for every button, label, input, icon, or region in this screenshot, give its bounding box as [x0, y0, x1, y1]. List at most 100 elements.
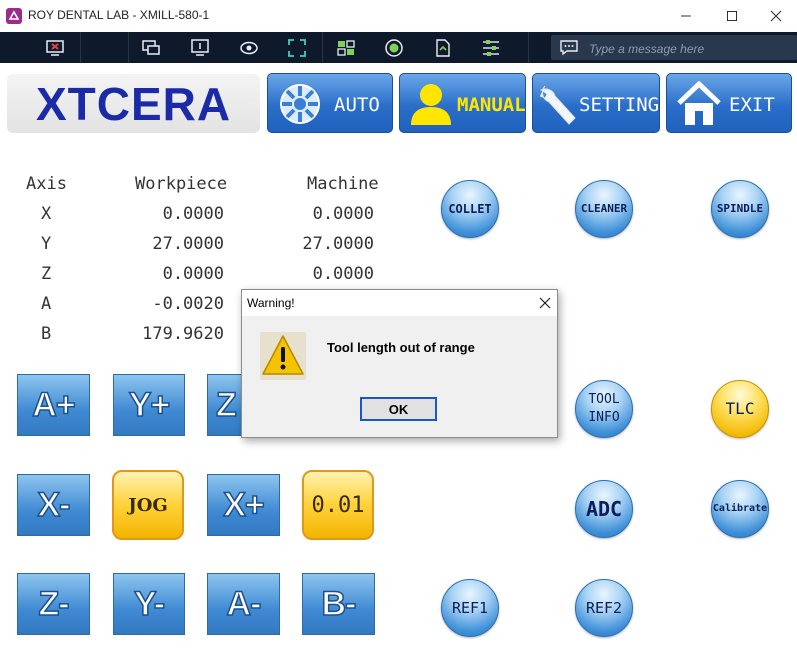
collet-button[interactable]: COLLET [441, 180, 499, 238]
warning-dialog: Warning! Tool length out of range OK [241, 289, 558, 438]
cleaner-button[interactable]: CLEANER [575, 180, 633, 238]
calibrate-button[interactable]: Calibrate [711, 480, 769, 538]
axis-label: Y [41, 234, 52, 254]
dialog-title-bar: Warning! [242, 290, 557, 316]
a-minus-button[interactable]: A- [207, 573, 280, 635]
warning-icon [260, 332, 306, 380]
table-row: Z 0.0000 0.0000 [20, 260, 390, 290]
chat-message-input[interactable] [587, 38, 791, 59]
y-minus-label: Y- [133, 584, 166, 624]
ok-label: OK [388, 401, 409, 417]
step-size-label: 0.01 [311, 492, 365, 518]
auto-button[interactable]: AUTO [267, 73, 393, 133]
manual-button[interactable]: MANUAL [399, 73, 526, 133]
close-session-icon[interactable] [45, 38, 65, 58]
axis-label: B [41, 324, 52, 344]
y-plus-button[interactable]: Y+ [113, 374, 185, 436]
table-row: X 0.0000 0.0000 [20, 200, 390, 230]
a-plus-label: A+ [32, 385, 77, 425]
z-minus-button[interactable]: Z- [17, 573, 90, 635]
y-plus-label: Y+ [128, 385, 171, 425]
monitor-icon[interactable] [190, 38, 210, 58]
dialog-title: Warning! [247, 296, 295, 310]
a-plus-button[interactable]: A+ [17, 374, 90, 436]
setting-label: SETTING [579, 94, 660, 116]
eye-icon[interactable] [239, 38, 259, 58]
workpiece-value: -0.0020 [152, 294, 224, 314]
y-minus-button[interactable]: Y- [113, 573, 185, 635]
settings-toggle-icon[interactable] [336, 38, 356, 58]
dialog-message: Tool length out of range [327, 340, 475, 355]
x-plus-button[interactable]: X+ [207, 474, 280, 536]
axis-label: Z [41, 264, 52, 284]
window-title: ROY DENTAL LAB - XMILL-580-1 [28, 8, 210, 22]
axis-label: X [41, 204, 52, 224]
x-plus-label: X+ [222, 485, 265, 525]
record-icon[interactable] [384, 38, 404, 58]
setting-button[interactable]: SETTING [532, 73, 660, 133]
x-minus-button[interactable]: X- [17, 474, 90, 536]
workpiece-value: 0.0000 [162, 204, 224, 224]
adc-button[interactable]: ADC [575, 480, 633, 538]
header-workpiece: Workpiece [135, 174, 228, 194]
fullscreen-icon[interactable] [287, 38, 307, 58]
home-icon [677, 80, 721, 132]
user-icon [408, 82, 454, 131]
close-window-button[interactable] [753, 0, 797, 32]
workpiece-value: 0.0000 [162, 264, 224, 284]
logo-text: XTCERA [35, 77, 232, 130]
ref1-button[interactable]: REF1 [441, 579, 499, 637]
collet-label: COLLET [448, 202, 492, 216]
jog-button[interactable]: JOG [112, 470, 184, 540]
chat-message-box [551, 35, 797, 60]
ref1-label: REF1 [451, 599, 489, 617]
actions-icon[interactable] [481, 38, 501, 58]
switch-monitor-icon[interactable] [141, 38, 161, 58]
app-icon [6, 8, 22, 24]
minimize-button[interactable] [663, 0, 709, 32]
tool-info-label-1: TOOL [588, 392, 620, 407]
wrench-icon [537, 80, 581, 133]
machine-value: 0.0000 [312, 264, 374, 284]
step-size-button[interactable]: 0.01 [302, 470, 374, 540]
exit-label: EXIT [729, 94, 775, 116]
header-axis: Axis [26, 174, 67, 194]
maximize-button[interactable] [709, 0, 755, 32]
tlc-label: TLC [725, 399, 755, 418]
cleaner-label: CLEANER [580, 202, 628, 215]
file-transfer-icon[interactable] [433, 38, 453, 58]
tool-info-label-2: INFO [588, 410, 620, 425]
jog-label: JOG [128, 494, 168, 516]
machine-value: 0.0000 [312, 204, 374, 224]
workpiece-value: 179.9620 [142, 324, 224, 344]
tlc-button[interactable]: TLC [711, 380, 769, 438]
ok-button[interactable]: OK [360, 397, 437, 421]
b-minus-label: B- [321, 584, 357, 624]
ref2-label: REF2 [585, 599, 623, 617]
window-title-bar: ROY DENTAL LAB - XMILL-580-1 [0, 0, 797, 33]
z-minus-label: Z- [38, 584, 71, 624]
manual-label: MANUAL [457, 94, 526, 116]
axis-label: A [41, 294, 52, 314]
chat-icon [559, 39, 579, 60]
b-minus-button[interactable]: B- [302, 573, 375, 635]
tool-info-button[interactable]: TOOL INFO [575, 380, 633, 438]
auto-wheel-icon [278, 82, 322, 131]
machine-value: 27.0000 [302, 234, 374, 254]
header-machine: Machine [307, 174, 379, 194]
ref2-button[interactable]: REF2 [575, 579, 633, 637]
dialog-close-button[interactable] [539, 292, 551, 313]
auto-label: AUTO [334, 94, 380, 116]
exit-button[interactable]: EXIT [666, 73, 792, 133]
table-row: Y 27.0000 27.0000 [20, 230, 390, 260]
brand-logo: XTCERA [7, 74, 260, 133]
spindle-button[interactable]: SPINDLE [711, 180, 769, 238]
workpiece-value: 27.0000 [152, 234, 224, 254]
a-minus-label: A- [226, 584, 262, 624]
calibrate-label: Calibrate [712, 503, 768, 514]
z-plus-label: Z [215, 385, 237, 425]
adc-label: ADC [585, 497, 623, 521]
axis-table-header: Axis Workpiece Machine [20, 170, 390, 200]
spindle-label: SPINDLE [716, 202, 764, 215]
remote-toolbar [0, 32, 797, 63]
